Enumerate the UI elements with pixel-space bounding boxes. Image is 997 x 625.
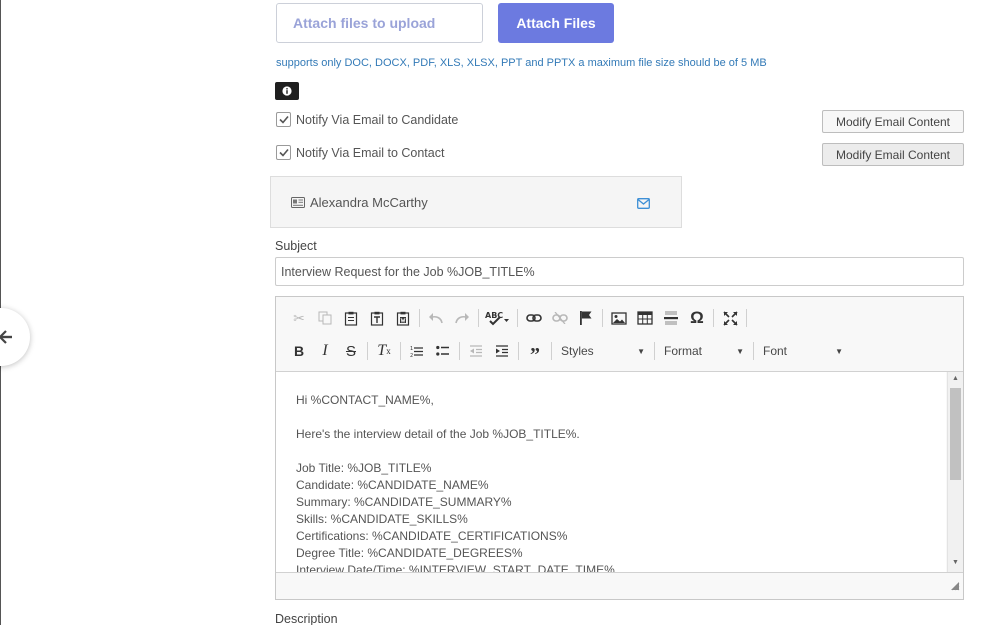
scrollbar-thumb[interactable] [950,388,961,480]
editor-line: Certifications: %CANDIDATE_CERTIFICATION… [296,529,568,543]
font-dropdown-label: Font [763,344,788,358]
scroll-down-icon[interactable]: ▼ [952,559,959,566]
decrease-indent-icon[interactable] [463,340,489,362]
chevron-down-icon: ▼ [835,346,843,356]
notify-contact-checkbox[interactable] [276,145,291,160]
spellcheck-icon[interactable]: ABC [482,307,514,329]
notify-contact-row: Notify Via Email to Contact [276,145,444,160]
toolbar-separator [478,309,479,327]
toolbar-separator [367,342,368,360]
blockquote-icon[interactable]: ” [522,340,548,365]
copy-icon[interactable] [312,307,338,329]
paste-text-icon[interactable] [364,307,390,329]
toolbar-separator [459,342,460,360]
attach-files-input[interactable]: Attach files to upload [276,3,483,43]
attach-files-button[interactable]: Attach Files [498,3,614,43]
subject-label: Subject [275,239,317,253]
notify-candidate-label: Notify Via Email to Candidate [296,112,459,127]
file-support-note: supports only DOC, DOCX, PDF, XLS, XLSX,… [276,57,767,69]
strikethrough-icon[interactable]: S [338,340,364,362]
paste-icon[interactable] [338,307,364,329]
numbered-list-icon[interactable]: 12 [404,340,430,362]
table-icon[interactable] [632,307,658,329]
toolbar-separator [602,309,603,327]
info-icon[interactable] [275,82,299,100]
remove-format-icon[interactable]: Tx [371,340,397,362]
toolbar-separator [518,342,519,360]
toolbar-separator [517,309,518,327]
undo-icon[interactable] [423,307,449,329]
special-char-icon[interactable]: Ω [684,307,710,329]
editor-line: Skills: %CANDIDATE_SKILLS% [296,512,468,526]
notify-candidate-row: Notify Via Email to Candidate [276,112,458,127]
contact-name: Alexandra McCarthy [310,194,428,210]
resize-handle-icon[interactable] [950,578,960,596]
notify-candidate-checkbox[interactable] [276,112,291,127]
toolbar-separator [419,309,420,327]
styles-dropdown[interactable]: Styles ▼ [555,340,651,362]
toolbar-row-2: B I S Tx 12 ” Styles ▼ Format ▼ Font ▼ [286,339,849,365]
styles-dropdown-label: Styles [561,344,594,358]
link-icon[interactable] [521,307,547,329]
toolbar-separator [551,342,552,360]
editor-line: Here's the interview detail of the Job %… [296,427,580,441]
toolbar-separator [746,309,747,327]
editor-blank-line [296,409,946,426]
svg-text:1: 1 [410,346,413,352]
modify-email-contact-button[interactable]: Modify Email Content [822,143,964,166]
editor-line: Degree Title: %CANDIDATE_DEGREES% [296,546,523,560]
modify-email-candidate-button[interactable]: Modify Email Content [822,110,964,133]
toolbar-row-1: ✂ ABC Ω [286,306,750,330]
paste-from-word-icon[interactable] [390,307,416,329]
format-dropdown[interactable]: Format ▼ [658,340,750,362]
notify-contact-label: Notify Via Email to Contact [296,145,445,160]
anchor-flag-icon[interactable] [573,307,599,329]
check-icon [278,115,289,124]
editor-blank-line [296,443,946,460]
maximize-icon[interactable] [717,307,743,329]
bulleted-list-icon[interactable] [430,340,456,362]
contact-card: Alexandra McCarthy [270,176,682,228]
arrow-left-icon [0,330,12,344]
editor-scrollbar[interactable]: ▲ ▼ [947,372,963,572]
check-icon [278,148,289,157]
svg-text:ABC: ABC [485,311,503,320]
email-body-editor: ✂ ABC Ω B I S T x 1 2 ” Styles ▼ Format … [275,296,964,600]
horizontal-line-icon[interactable] [658,307,684,329]
editor-line: Candidate: %CANDIDATE_NAME% [296,478,489,492]
editor-line: Hi %CONTACT_NAME%, [296,393,434,407]
format-dropdown-label: Format [664,344,703,358]
subject-input[interactable]: Interview Request for the Job %JOB_TITLE… [275,257,964,286]
bold-icon[interactable]: B [286,340,312,362]
editor-content[interactable]: Hi %CONTACT_NAME%, Here's the interview … [276,372,946,572]
back-button[interactable] [0,308,30,366]
envelope-icon[interactable] [637,196,650,214]
increase-indent-icon[interactable] [489,340,515,362]
editor-line: Summary: %CANDIDATE_SUMMARY% [296,495,512,509]
toolbar-separator [654,342,655,360]
svg-text:2: 2 [410,353,413,358]
toolbar-separator [400,342,401,360]
editor-line: Interview Date/Time: %INTERVIEW_START_DA… [296,563,615,572]
scroll-up-icon[interactable]: ▲ [952,375,959,382]
italic-icon[interactable]: I [312,340,338,362]
editor-toolbar: ✂ ABC Ω B I S T x 1 2 ” Styles ▼ Format … [276,297,963,372]
image-icon[interactable] [606,307,632,329]
description-label: Description [275,612,338,625]
toolbar-separator [713,309,714,327]
toolbar-separator [753,342,754,360]
unlink-icon[interactable] [547,307,573,329]
editor-footer [276,572,963,599]
editor-line: Job Title: %JOB_TITLE% [296,461,432,475]
chevron-down-icon: ▼ [736,346,744,356]
redo-icon[interactable] [449,307,475,329]
cut-icon[interactable]: ✂ [286,307,312,329]
chevron-down-icon: ▼ [637,346,645,356]
id-card-icon [291,196,305,208]
font-dropdown[interactable]: Font ▼ [757,340,849,362]
